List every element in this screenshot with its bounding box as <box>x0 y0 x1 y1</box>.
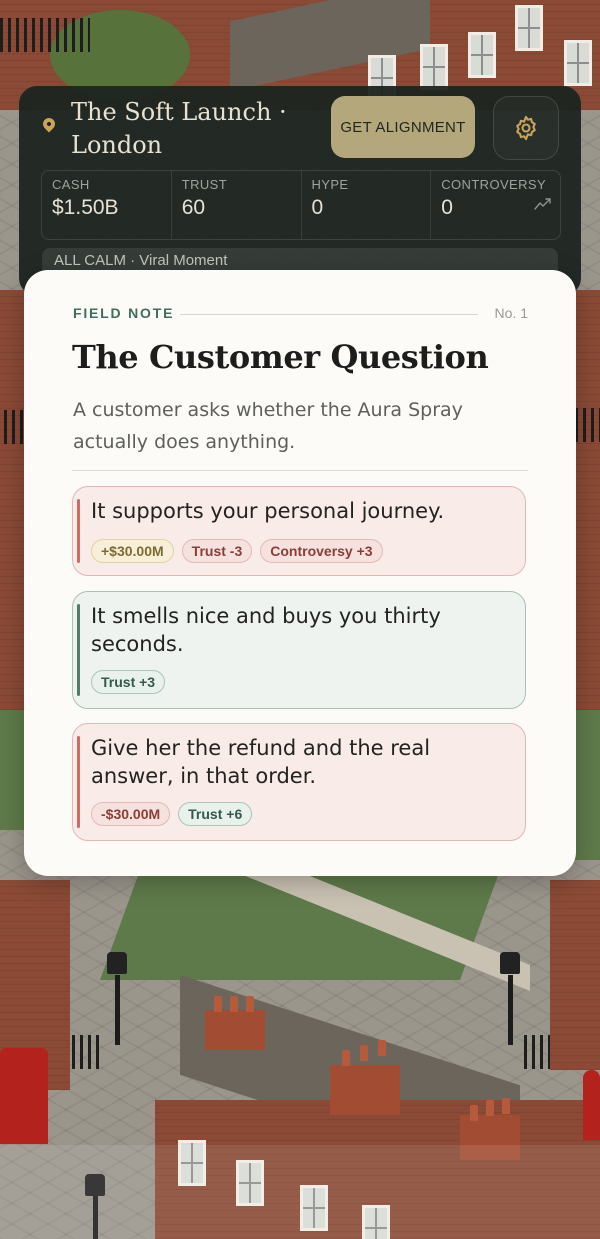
effect-tags: +$30.00M Trust -3 Controversy +3 <box>91 539 383 563</box>
get-alignment-button[interactable]: GET ALIGNMENT <box>331 96 475 158</box>
stat-hype: HYPE 0 <box>302 171 432 239</box>
street-lamp-post <box>508 975 513 1045</box>
iron-fence <box>4 410 26 444</box>
iron-fence <box>575 408 600 442</box>
iron-fence <box>72 1035 100 1069</box>
effect-tag-cash: -$30.00M <box>91 802 171 826</box>
stat-label: CONTROVERSY <box>441 177 547 192</box>
top-hud: The Soft Launch · London GET ALIGNMENT C… <box>19 86 581 296</box>
effect-tags: Trust +3 <box>91 670 166 694</box>
choice-option-2[interactable]: It smells nice and buys you thirty secon… <box>72 591 526 709</box>
kicker-divider <box>180 314 478 315</box>
choice-text: Give her the refund and the real answer,… <box>91 736 431 788</box>
street-lamp-post <box>115 975 120 1045</box>
effect-tags: -$30.00M Trust +6 <box>91 802 253 826</box>
iron-fence <box>0 18 90 52</box>
settings-button[interactable] <box>493 96 559 160</box>
stat-trust: TRUST 60 <box>172 171 302 239</box>
post-box <box>583 1070 600 1140</box>
window <box>468 32 496 78</box>
stat-value: $1.50B <box>52 196 119 219</box>
choice-option-1[interactable]: It supports your personal journey. +$30.… <box>72 486 526 576</box>
choice-text: It supports your personal journey. <box>91 499 445 523</box>
location-pin-icon <box>40 115 58 133</box>
street-lamp-head <box>500 952 520 974</box>
chimney-pot <box>470 1105 478 1121</box>
window <box>564 40 592 86</box>
card-description: A customer asks whether the Aura Spray a… <box>73 399 463 453</box>
effect-tag-controversy: Controversy +3 <box>260 539 383 563</box>
card-divider <box>72 470 528 471</box>
building-lower-right <box>550 880 600 1070</box>
effect-tag-trust: Trust +6 <box>178 802 253 826</box>
choice-option-3[interactable]: Give her the refund and the real answer,… <box>72 723 526 841</box>
stat-cash: CASH $1.50B <box>42 171 172 239</box>
card-title: The Customer Question <box>72 338 489 376</box>
chimney-pot <box>246 996 254 1012</box>
chimney-pot <box>378 1040 386 1056</box>
window <box>515 5 543 51</box>
trend-sparkline-icon <box>534 198 551 210</box>
stats-panel: CASH $1.50B TRUST 60 HYPE 0 CONTROVERSY … <box>41 170 561 240</box>
window <box>420 44 448 90</box>
chimney-pot <box>230 996 238 1012</box>
stat-value: 60 <box>181 196 206 219</box>
iron-fence <box>524 1035 550 1069</box>
bottom-haze <box>0 1145 600 1239</box>
effect-tag-trust: Trust +3 <box>91 670 166 694</box>
chimney <box>330 1065 400 1115</box>
gear-icon <box>516 115 536 141</box>
stat-controversy: CONTROVERSY 0 <box>431 171 560 239</box>
chimney-pot <box>486 1100 494 1116</box>
stat-value: 0 <box>311 196 324 219</box>
chimney-pot <box>360 1045 368 1061</box>
stat-label: TRUST <box>181 177 228 192</box>
stat-label: CASH <box>52 177 90 192</box>
location-title: The Soft Launch · London <box>71 98 287 159</box>
choice-text: It smells nice and buys you thirty secon… <box>91 604 441 656</box>
effect-tag-trust: Trust -3 <box>181 539 253 563</box>
effect-tag-cash: +$30.00M <box>91 539 174 563</box>
card-number: No. 1 <box>494 305 528 321</box>
chimney-pot <box>214 996 222 1012</box>
card-kicker: FIELD NOTE <box>73 305 175 321</box>
event-card: FIELD NOTE No. 1 The Customer Question A… <box>24 270 576 876</box>
street-lamp-head <box>107 952 127 974</box>
phone-box <box>0 1048 48 1144</box>
building-right <box>575 290 600 710</box>
chimney-pot <box>342 1050 350 1066</box>
chimney-pot <box>502 1098 510 1114</box>
stat-label: HYPE <box>311 177 349 192</box>
chimney <box>205 1010 265 1050</box>
